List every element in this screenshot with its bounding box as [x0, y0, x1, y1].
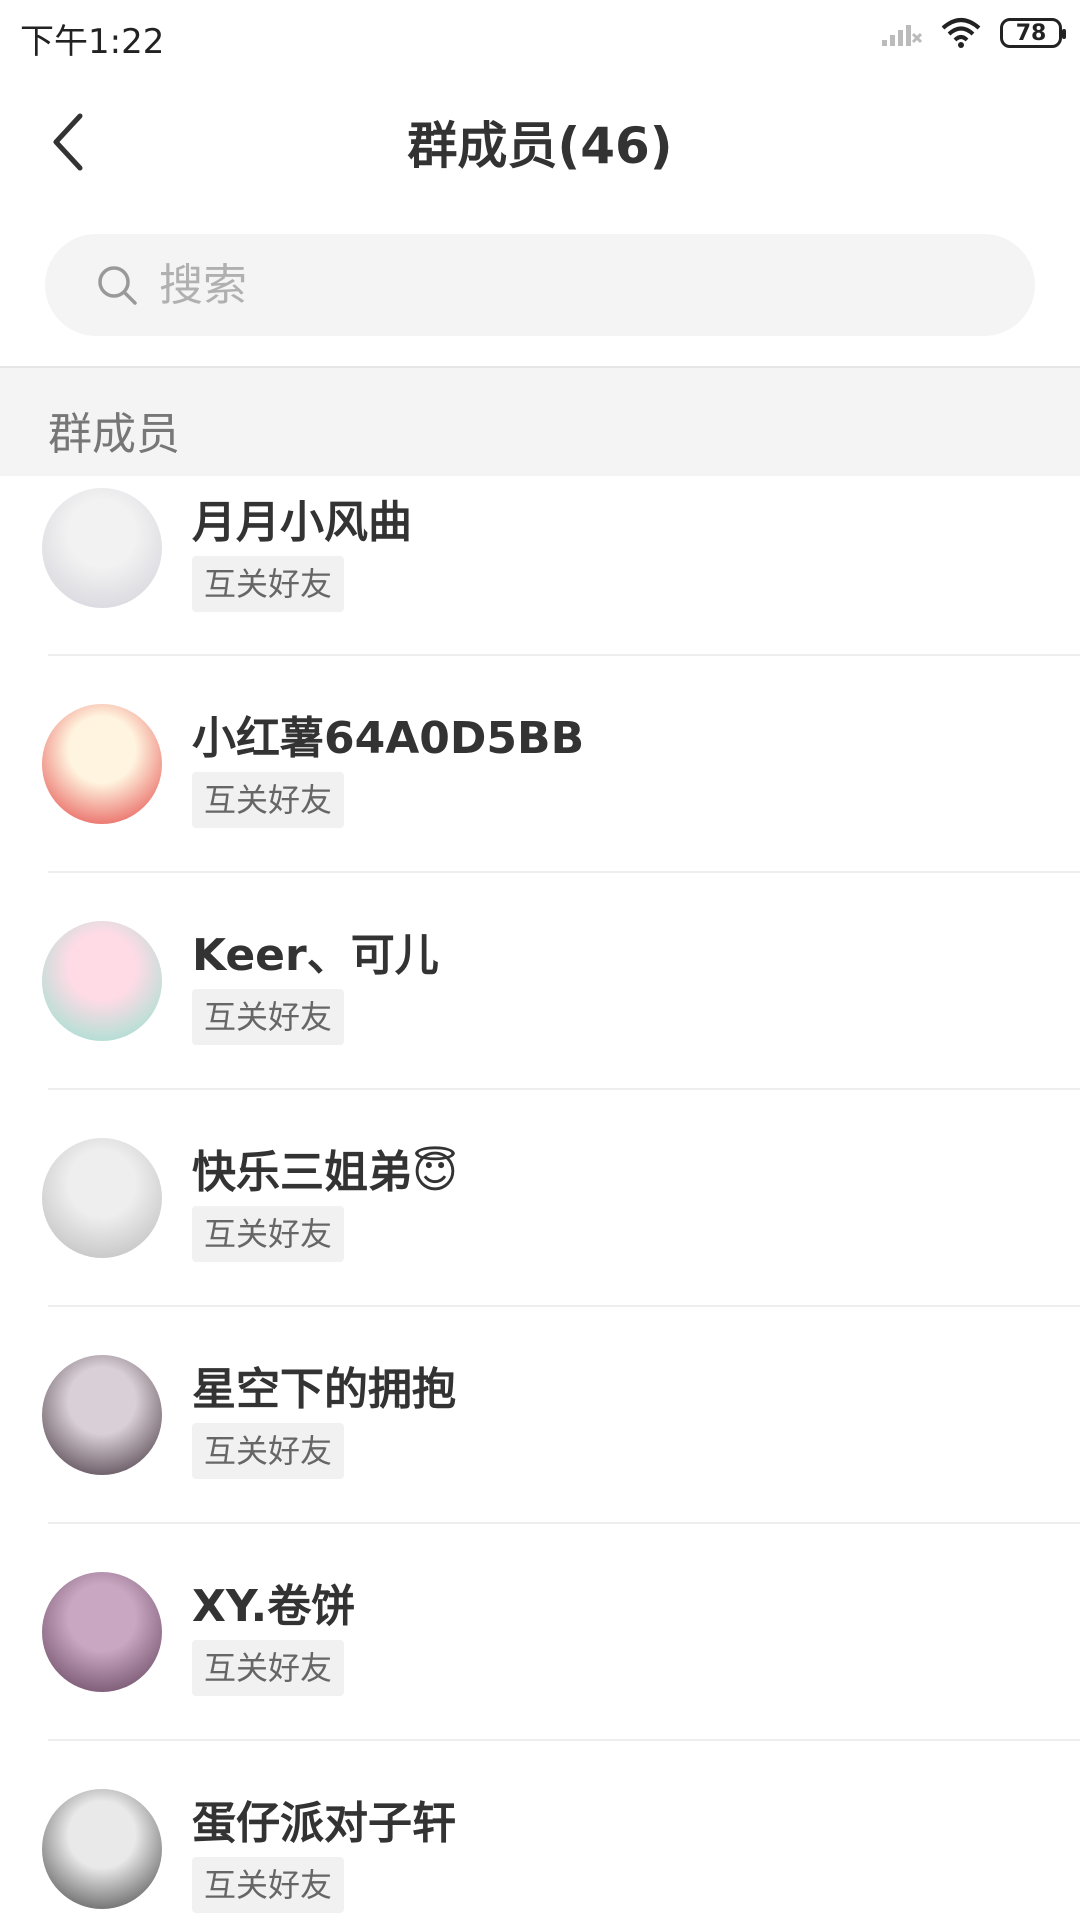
signal-icon: [882, 25, 922, 46]
mutual-follow-tag: 互关好友: [192, 1640, 345, 1696]
status-time: 下午1:22: [20, 22, 165, 62]
mutual-follow-tag: 互关好友: [192, 1206, 345, 1262]
member-row[interactable]: 快乐三姐弟😇 互关好友: [0, 1090, 1080, 1307]
member-row[interactable]: 星空下的拥抱 互关好友: [0, 1307, 1080, 1524]
wifi-icon: [941, 18, 981, 48]
avatar: [42, 1572, 162, 1692]
member-name: 星空下的拥抱: [192, 1364, 456, 1415]
member-row[interactable]: 小红薯64A0D5BB 互关好友: [0, 656, 1080, 873]
section-title: 群成员: [48, 409, 180, 460]
status-icons: 78: [880, 16, 1066, 50]
member-name: 快乐三姐弟😇: [192, 1147, 458, 1198]
member-name: 月月小风曲: [192, 497, 412, 548]
mutual-follow-tag: 互关好友: [192, 1423, 345, 1479]
avatar: [42, 1355, 162, 1475]
member-row[interactable]: Keer、可儿 互关好友: [0, 873, 1080, 1090]
status-bar: 下午1:22 78: [0, 0, 1080, 72]
avatar: [42, 1789, 162, 1909]
section-header: 群成员: [0, 368, 1080, 476]
member-name: 小红薯64A0D5BB: [192, 713, 585, 764]
member-name: XY.卷饼: [192, 1581, 356, 1632]
battery-indicator: 78: [1000, 18, 1066, 48]
avatar: [42, 1138, 162, 1258]
mutual-follow-tag: 互关好友: [192, 772, 345, 828]
mutual-follow-tag: 互关好友: [192, 556, 345, 612]
member-row[interactable]: 蛋仔派对子轩 互关好友: [0, 1741, 1080, 1920]
avatar: [42, 921, 162, 1041]
search-bar[interactable]: [45, 234, 1035, 336]
avatar: [42, 488, 162, 608]
search-icon: [98, 266, 137, 305]
mutual-follow-tag: 互关好友: [192, 1857, 345, 1913]
avatar: [42, 704, 162, 824]
member-row[interactable]: 月月小风曲 互关好友: [0, 476, 1080, 656]
search-input[interactable]: [159, 259, 959, 311]
member-name: Keer、可儿: [192, 930, 439, 981]
member-name: 蛋仔派对子轩: [192, 1798, 456, 1849]
header: 群成员(46): [0, 72, 1080, 212]
mutual-follow-tag: 互关好友: [192, 989, 345, 1045]
member-row[interactable]: XY.卷饼 互关好友: [0, 1524, 1080, 1741]
page-title: 群成员(46): [407, 117, 673, 175]
member-list: 月月小风曲 互关好友 小红薯64A0D5BB 互关好友 Keer、可儿 互关好友…: [0, 476, 1080, 1920]
